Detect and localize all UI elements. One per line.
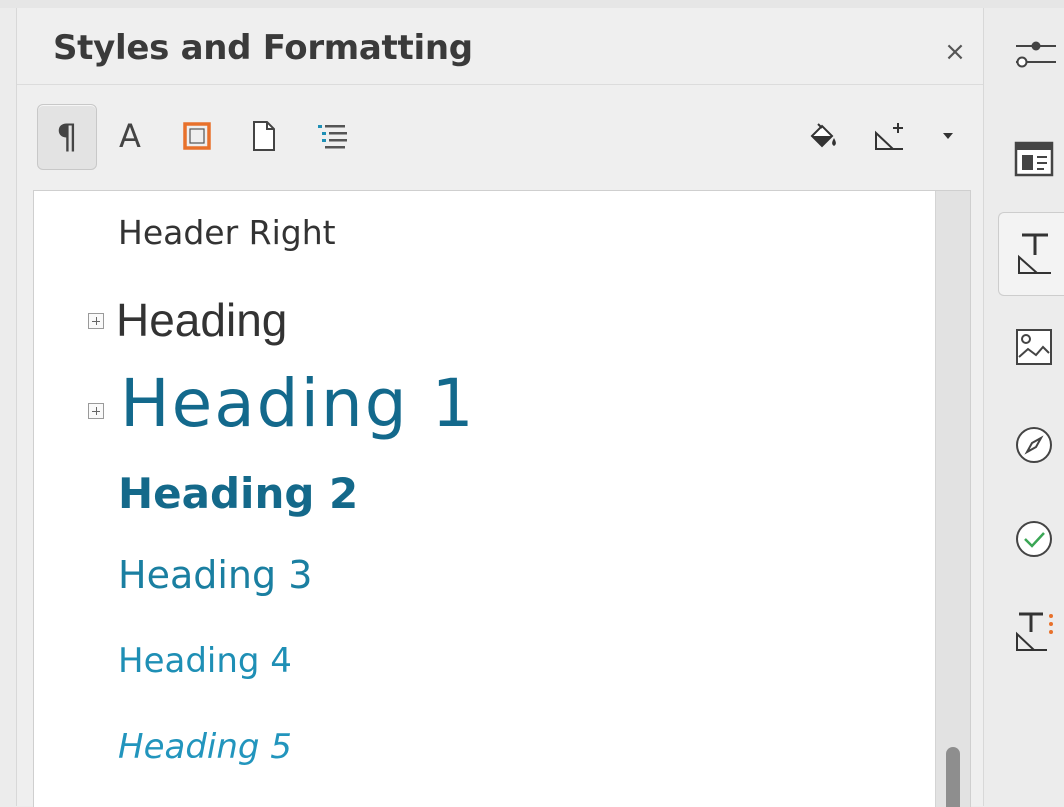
new-style-from-selection-icon — [875, 123, 903, 150]
styles-toolbar: ¶ A — [17, 98, 983, 178]
frame-styles-button[interactable] — [179, 104, 215, 168]
styles-panel: Styles and Formatting × ¶ A Header Right… — [16, 8, 984, 807]
manage-changes-icon — [1016, 521, 1052, 557]
navigator-icon — [1016, 427, 1052, 463]
deck-styles-button[interactable] — [998, 212, 1064, 296]
deck-navigator-button[interactable] — [998, 406, 1064, 484]
page-icon — [1014, 141, 1054, 177]
page-styles-icon — [253, 121, 275, 151]
new-style-button[interactable] — [871, 104, 911, 168]
deck-style-inspector-button[interactable] — [998, 592, 1064, 670]
gallery-icon — [1016, 329, 1052, 365]
paragraph-styles-button[interactable]: ¶ — [37, 104, 97, 170]
character-styles-button[interactable]: A — [113, 104, 147, 168]
paragraph-styles-icon: ¶ — [56, 117, 78, 157]
expand-icon[interactable] — [88, 313, 104, 329]
styles-actions-dropdown[interactable] — [933, 104, 963, 168]
styles-icon — [1018, 233, 1051, 274]
style-item-heading-1[interactable]: Heading 1 — [34, 363, 924, 455]
list-styles-button[interactable] — [313, 104, 353, 168]
deck-page-button[interactable] — [998, 120, 1064, 198]
chevron-down-icon — [943, 133, 953, 139]
fill-format-mode-button[interactable] — [803, 104, 843, 168]
style-item-label: Heading 3 — [118, 553, 313, 597]
style-item-header-right[interactable]: Header Right — [34, 209, 924, 263]
style-item-heading-2[interactable]: Heading 2 — [34, 465, 924, 527]
frame-styles-icon — [183, 122, 211, 150]
properties-icon — [1016, 41, 1056, 68]
deck-properties-button[interactable] — [998, 14, 1064, 94]
style-item-heading-5[interactable]: Heading 5 — [34, 723, 924, 777]
list-styles-icon — [318, 125, 347, 149]
style-item-label: Heading 4 — [118, 641, 292, 681]
style-item-heading-3[interactable]: Heading 3 — [34, 549, 924, 607]
style-item-label: Heading 2 — [118, 469, 359, 518]
style-item-heading[interactable]: Heading — [34, 287, 924, 357]
character-styles-icon: A — [119, 117, 141, 155]
deck-gallery-button[interactable] — [998, 308, 1064, 386]
expand-icon[interactable] — [88, 403, 104, 419]
style-item-label: Heading 1 — [120, 365, 476, 442]
panel-header: Styles and Formatting × — [17, 8, 983, 85]
close-button[interactable]: × — [941, 38, 969, 66]
style-item-label: Header Right — [118, 213, 336, 252]
style-item-heading-4[interactable]: Heading 4 — [34, 637, 924, 691]
window-top-strip — [0, 0, 1064, 8]
style-item-label: Heading — [116, 294, 288, 346]
style-item-label: Heading 5 — [118, 727, 292, 767]
page-styles-button[interactable] — [247, 104, 281, 168]
vertical-scrollbar[interactable] — [935, 191, 970, 807]
style-inspector-icon — [1016, 612, 1053, 651]
deck-manage-changes-button[interactable] — [998, 500, 1064, 578]
fill-format-mode-icon — [810, 123, 836, 148]
sidebar-deck — [984, 8, 1064, 806]
panel-title: Styles and Formatting — [53, 28, 473, 68]
scrollbar-thumb[interactable] — [946, 747, 960, 807]
styles-list[interactable]: Header Right Heading Heading 1 Heading 2… — [33, 190, 971, 807]
